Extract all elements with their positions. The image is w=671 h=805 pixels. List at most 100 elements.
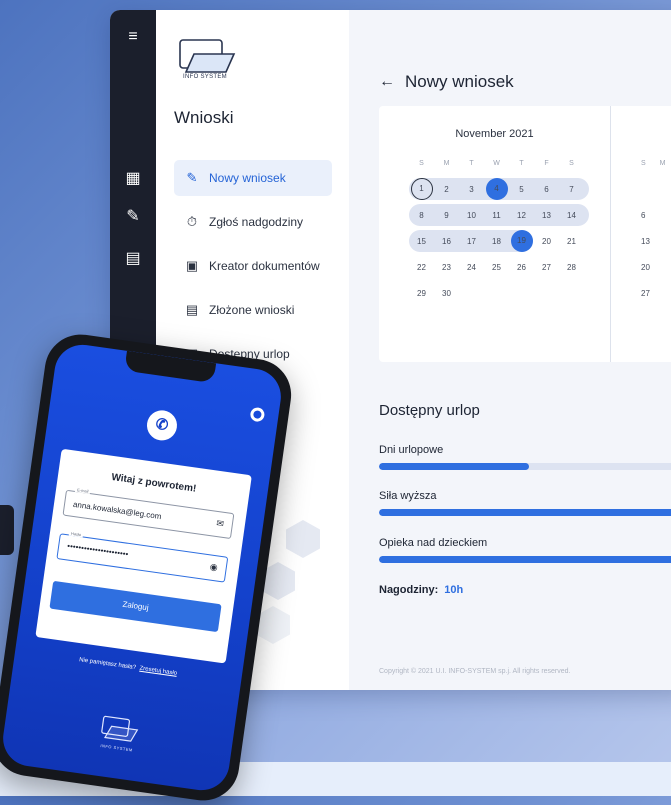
calendar-day[interactable]: 12 [509,211,534,220]
sidebar-item-label: Kreator dokumentów [209,259,320,273]
email-field[interactable]: E-mail anna.kowalska@leg.com ✉ [62,486,235,540]
password-label: Hasło [68,530,84,538]
range-end: 19 [510,230,533,252]
sidebar-item-label: Złożone wnioski [209,303,295,317]
decorative-hexagon [256,606,290,644]
calendar-day[interactable]: 29 [409,289,434,298]
reset-password-link[interactable]: Zresetuj hasło [139,666,177,677]
decorative-hexagon [286,520,320,558]
calendar-month: November 2021 [455,128,534,140]
login-button[interactable]: Zaloguj [49,580,222,633]
help-icon[interactable] [249,406,266,423]
page-title: ← Nowy wniosek [379,72,514,92]
calendar-day[interactable]: 20 [641,263,650,272]
calendar-day[interactable]: 11 [484,211,509,220]
calendar-day[interactable]: 27 [641,289,650,298]
mobile-phone: ✆ Witaj z powrotem! E-mail anna.kowalska… [0,329,296,805]
calendar-day[interactable]: 6 [641,211,645,220]
calendar-grid: SMTWTFS 1 2 3 4 5 6 7 8 9 10 11 12 13 14… [409,150,599,306]
decorative-dark-block [0,505,14,555]
dashboard-icon[interactable]: ▦ [122,168,144,190]
calendar-day[interactable]: 28 [559,263,584,272]
calendar-day[interactable]: 10 [459,211,484,220]
calendar-day[interactable]: 4 [484,178,509,200]
calendar-icon[interactable]: ▤ [122,248,144,270]
calendar-day[interactable]: 5 [509,185,534,194]
calendar-day[interactable]: 23 [434,263,459,272]
next-month-preview: SM 6 13 20 27 [641,159,666,298]
calendar-day[interactable]: 27 [534,263,559,272]
stopwatch-icon: ⏱ [186,214,198,229]
progress-fill [379,463,530,470]
overtime-value: 10h [444,584,464,596]
calendar-day[interactable]: 26 [509,263,534,272]
progress-bar [379,556,671,563]
calendar-week: 29 30 [409,280,599,306]
password-field[interactable]: Hasło •••••••••••••••••••••• ◉ [56,530,229,583]
sidebar-item-nowy-wniosek[interactable]: ✎ Nowy wniosek [174,160,332,196]
calendar-day[interactable]: 9 [434,211,459,220]
calendar-day[interactable]: 18 [484,237,509,246]
calendar-day[interactable]: 30 [434,289,459,298]
calendar-day[interactable]: 8 [409,211,434,220]
envelope-icon: ✉ [215,517,225,529]
calendar-day[interactable]: 1 [409,178,434,200]
calendar-weekdays: SMTWTFS [419,159,574,167]
sidebar-item-kreator-dokumentow[interactable]: ▣ Kreator dokumentów [174,248,332,284]
calendar-day[interactable]: 7 [559,185,584,194]
pencil-icon: ✎ [186,170,198,185]
progress-bar [379,463,671,470]
leave-label: Siła wyższa [379,490,437,502]
progress-bar [379,509,671,516]
back-arrow-icon[interactable]: ← [379,73,395,91]
range-start: 4 [485,178,508,200]
edit-icon[interactable]: ✎ [122,206,144,228]
calendar-day[interactable]: 19 [509,230,534,252]
sidebar-item-zlozone-wnioski[interactable]: ▤ Złożone wnioski [174,292,332,328]
calendar-day[interactable]: 14 [559,211,584,220]
eye-icon[interactable]: ◉ [209,561,218,573]
overtime-summary: Nagodziny: 10h [379,584,463,596]
hamburger-menu-icon[interactable]: ≡ [122,26,144,48]
calendar-week: 22 23 24 25 26 27 28 [409,254,599,280]
calendar-divider [610,106,611,362]
calendar-day[interactable]: 13 [641,237,650,246]
calendar-day[interactable]: 6 [534,185,559,194]
progress-fill [379,509,671,516]
calendar-day[interactable]: 21 [559,237,584,246]
overtime-label: Nagodziny: [379,584,439,596]
sidebar-title: Wnioski [174,108,234,127]
calendar-day[interactable]: 2 [434,185,459,194]
calendar-day[interactable]: 25 [484,263,509,272]
login-card: Witaj z powrotem! E-mail anna.kowalska@l… [35,448,252,664]
leave-item: Dni urlopowe [379,444,671,470]
leave-label: Opieka nad dzieckiem [379,537,488,549]
calendar-day[interactable]: 24 [459,263,484,272]
progress-fill [379,556,671,563]
logo-text: INFO SYSTEM [183,74,227,80]
email-value: anna.kowalska@leg.com [72,499,162,522]
sidebar-item-label: Nowy wniosek [209,171,286,185]
sidebar-item-label: Zgłoś nadgodziny [209,215,304,229]
date-picker: November 2021 SMTWTFS 1 2 3 4 5 6 7 8 9 … [379,106,671,362]
leave-item: Siła wyższa [379,490,671,516]
calendar-day[interactable]: 22 [409,263,434,272]
calendar-day[interactable]: 17 [459,237,484,246]
calendar-day[interactable]: 16 [434,237,459,246]
sidebar-nav: ✎ Nowy wniosek ⏱ Zgłoś nadgodziny ▣ Krea… [174,160,332,380]
copyright: Copyright © 2021 U.I. INFO-SYSTEM sp.j. … [379,668,571,675]
page-title-text: Nowy wniosek [405,72,514,91]
calendar-day[interactable]: 13 [534,211,559,220]
main-content: ← Nowy wniosek November 2021 SMTWTFS 1 2… [349,10,671,690]
calendar-day[interactable]: 15 [409,237,434,246]
forgot-text: Nie pamiętasz hasła? [78,657,137,672]
password-value: •••••••••••••••••••••• [66,541,129,559]
email-label: E-mail [74,486,91,495]
today-marker: 1 [410,178,433,200]
calendar-day[interactable]: 20 [534,237,559,246]
leave-label: Dni urlopowe [379,444,444,456]
calendar-day[interactable]: 3 [459,185,484,194]
document-search-icon: ▤ [185,302,199,317]
leave-section-title: Dostępny urlop [379,402,480,419]
sidebar-item-zglos-nadgodziny[interactable]: ⏱ Zgłoś nadgodziny [174,204,332,240]
